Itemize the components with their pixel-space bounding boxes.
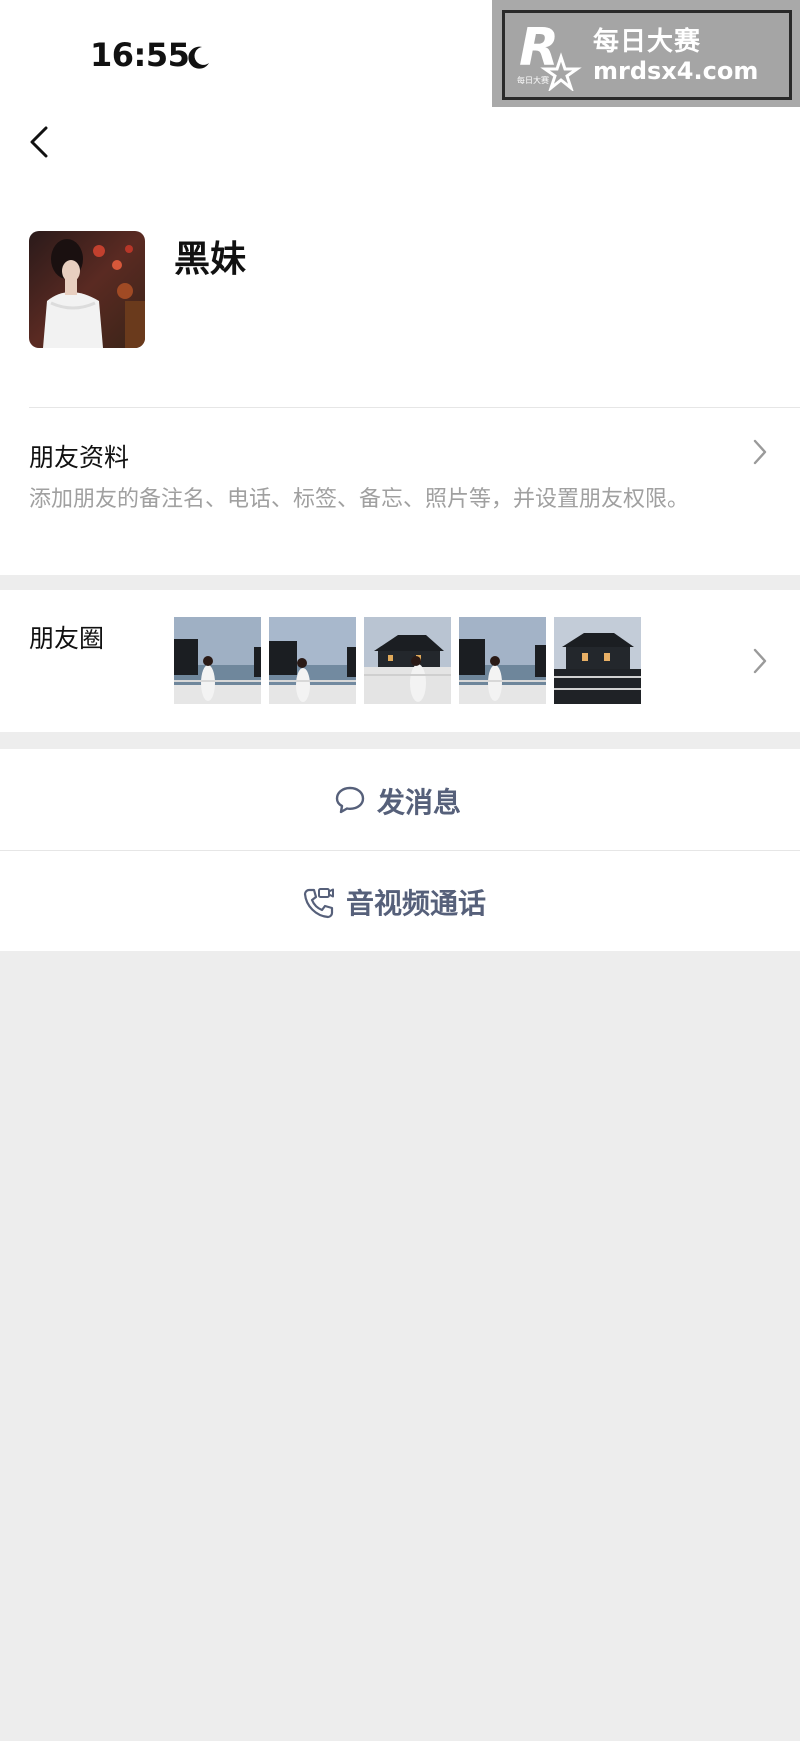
moments-photo [459,617,546,704]
moments-photo [269,617,356,704]
back-arrow-icon[interactable] [24,122,54,162]
friend-info-title: 朋友资料 [29,443,130,472]
video-call-label: 音视频通话 [346,887,487,920]
watermark-logo-caption: 每日大赛 [517,75,549,85]
watermark-title: 每日大赛 [593,27,702,57]
moments-photo [554,617,641,704]
watermark: R 每日大赛 每日大赛 mrdsx4.com [492,0,800,107]
chevron-right-icon [753,439,767,465]
watermark-url: mrdsx4.com [593,57,759,85]
avatar-image [29,231,145,348]
moments-photo [364,617,451,704]
phone-video-icon [303,888,334,919]
avatar[interactable] [29,231,145,348]
profile-name: 黑妹 [174,239,247,280]
friend-info-description: 添加朋友的备注名、电话、标签、备忘、照片等，并设置朋友权限。 [29,487,690,512]
moments-title: 朋友圈 [29,624,105,653]
send-message-label: 发消息 [377,786,462,819]
status-time: 16:55 [90,36,190,74]
watermark-logo: R 每日大赛 [517,19,582,91]
moments-photo [174,617,261,704]
chat-bubble-icon [335,786,365,814]
chevron-right-icon [753,648,767,674]
watermark-frame: R 每日大赛 每日大赛 mrdsx4.com [502,10,792,100]
moon-icon [188,46,209,69]
